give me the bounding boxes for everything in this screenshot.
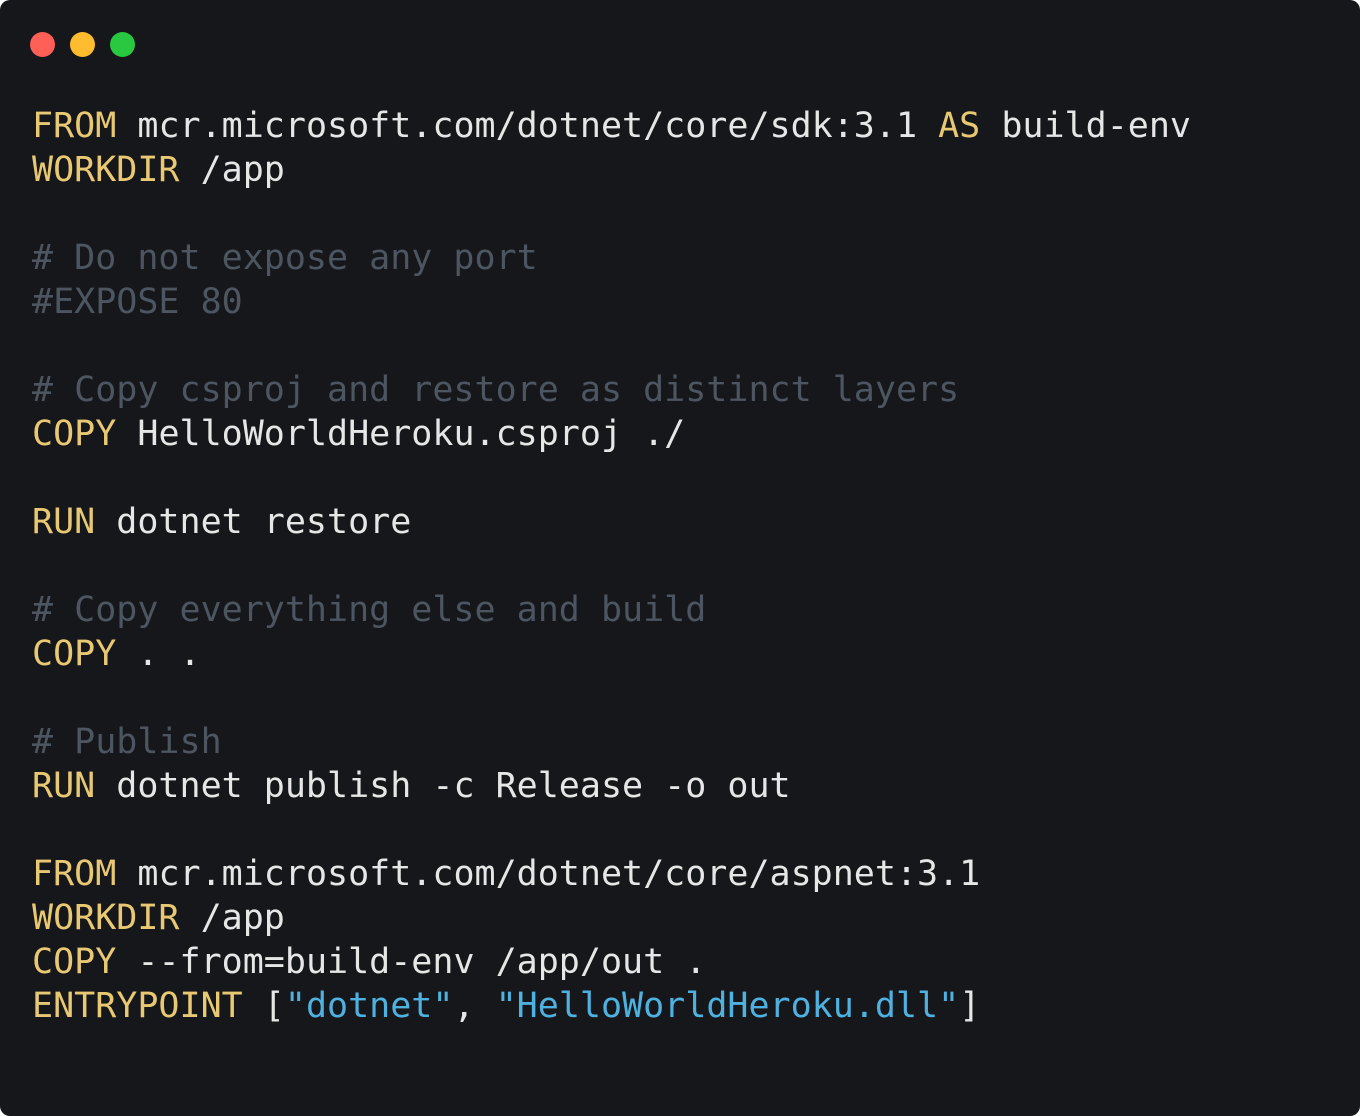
window-controls [30, 32, 135, 57]
keyword-token: RUN [32, 502, 96, 542]
text-token: --from=build-env /app/out . [116, 942, 707, 982]
code-line: COPY --from=build-env /app/out . [32, 940, 1191, 984]
comment-token: # Copy everything else and build [32, 590, 707, 630]
text-token: . . [116, 634, 201, 674]
keyword-token: FROM [32, 106, 117, 146]
text-token: dotnet restore [95, 502, 412, 542]
string-token: "HelloWorldHeroku.dll" [495, 986, 960, 1026]
string-token: "dotnet" [284, 986, 454, 1026]
code-line: # Do not expose any port [32, 236, 1191, 280]
code-line: # Publish [32, 720, 1191, 764]
code-line: COPY HelloWorldHeroku.csproj ./ [32, 412, 1191, 456]
text-token: /app [179, 150, 285, 190]
code-line: RUN dotnet restore [32, 500, 1191, 544]
keyword-token: FROM [32, 854, 117, 894]
code-window: FROM mcr.microsoft.com/dotnet/core/sdk:3… [0, 0, 1360, 1116]
text-token: build-env [980, 106, 1191, 146]
code-line: WORKDIR /app [32, 148, 1191, 192]
text-token: mcr.microsoft.com/dotnet/core/aspnet:3.1 [116, 854, 981, 894]
code-line: #EXPOSE 80 [32, 280, 1191, 324]
keyword-token: COPY [32, 634, 117, 674]
keyword-token: RUN [32, 766, 96, 806]
code-line: COPY . . [32, 632, 1191, 676]
code-line: # Copy everything else and build [32, 588, 1191, 632]
comment-token: # Do not expose any port [32, 238, 538, 278]
keyword-token: AS [938, 106, 981, 146]
comment-token: #EXPOSE 80 [32, 282, 243, 322]
code-line: # Copy csproj and restore as distinct la… [32, 368, 1191, 412]
comment-token: # Publish [32, 722, 222, 762]
keyword-token: ENTRYPOINT [32, 986, 243, 1026]
code-line: RUN dotnet publish -c Release -o out [32, 764, 1191, 808]
dockerfile-code: FROM mcr.microsoft.com/dotnet/core/sdk:3… [32, 104, 1191, 1028]
code-line: ENTRYPOINT ["dotnet", "HelloWorldHeroku.… [32, 984, 1191, 1028]
minimize-button[interactable] [70, 32, 95, 57]
code-line: FROM mcr.microsoft.com/dotnet/core/sdk:3… [32, 104, 1191, 148]
code-line: FROM mcr.microsoft.com/dotnet/core/aspne… [32, 852, 1191, 896]
keyword-token: WORKDIR [32, 898, 180, 938]
text-token: , [453, 986, 496, 1026]
keyword-token: COPY [32, 942, 117, 982]
code-line: WORKDIR /app [32, 896, 1191, 940]
text-token: mcr.microsoft.com/dotnet/core/sdk:3.1 [116, 106, 939, 146]
text-token: [ [242, 986, 285, 1026]
close-button[interactable] [30, 32, 55, 57]
maximize-button[interactable] [110, 32, 135, 57]
text-token: dotnet publish -c Release -o out [95, 766, 791, 806]
keyword-token: COPY [32, 414, 117, 454]
keyword-token: WORKDIR [32, 150, 180, 190]
text-token: ] [959, 986, 981, 1026]
text-token: HelloWorldHeroku.csproj ./ [116, 414, 686, 454]
comment-token: # Copy csproj and restore as distinct la… [32, 370, 960, 410]
text-token: /app [179, 898, 285, 938]
